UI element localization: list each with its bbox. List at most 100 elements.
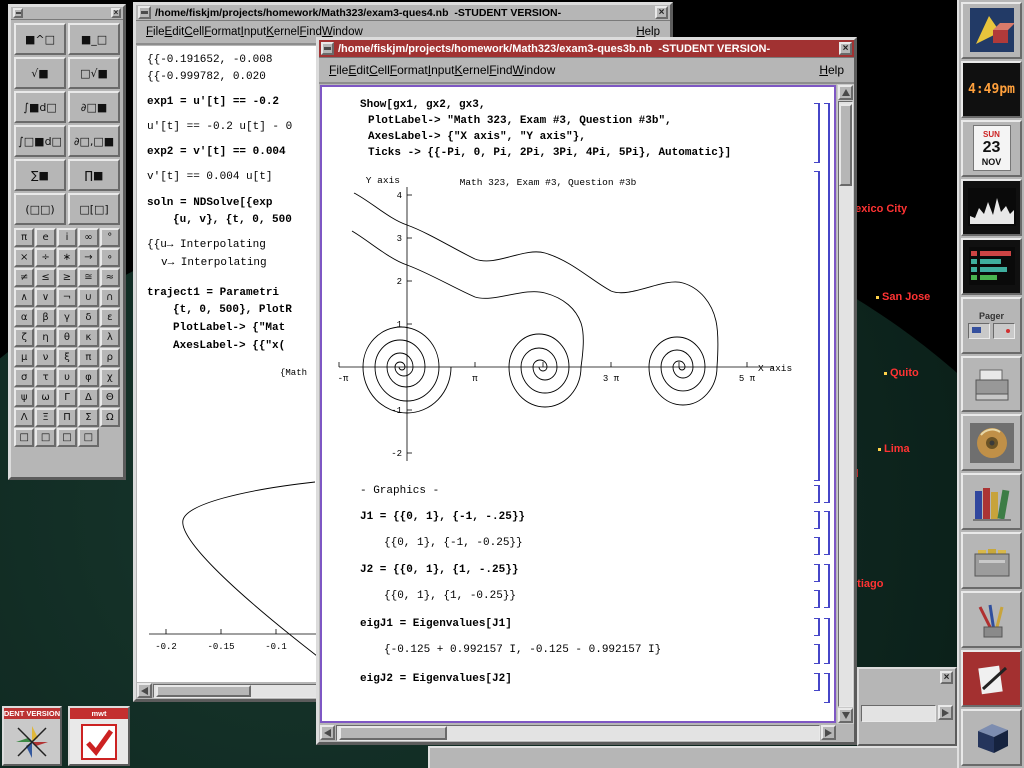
scroll-left-button[interactable] xyxy=(137,683,152,698)
menubar[interactable]: FileEditCellFormatInputKernelFindWindow … xyxy=(319,58,854,84)
palette-button[interactable]: e xyxy=(35,228,55,247)
input-cell[interactable]: PlotLabel-> {"Mat xyxy=(173,322,285,334)
palette-button[interactable]: ∞ xyxy=(78,228,98,247)
close-button[interactable] xyxy=(111,8,121,18)
palette-button[interactable]: Π xyxy=(57,408,77,427)
load-meter[interactable] xyxy=(961,238,1022,295)
printer-icon[interactable] xyxy=(961,356,1022,413)
scrollbar-track[interactable] xyxy=(336,725,820,741)
menu-item[interactable]: Format xyxy=(204,26,240,38)
palette-button[interactable]: ∩ xyxy=(100,288,120,307)
palette-button[interactable]: θ xyxy=(57,328,77,347)
scroll-up-button[interactable] xyxy=(838,85,853,100)
palette-button[interactable]: η xyxy=(35,328,55,347)
input-cell[interactable]: {u, v}, {t, 0, 500 xyxy=(173,214,292,226)
cell-bracket[interactable] xyxy=(814,590,820,608)
output-cell[interactable]: v→ Interpolating xyxy=(161,257,267,269)
help-menu[interactable]: Help xyxy=(819,63,844,77)
palette-button[interactable]: □ xyxy=(35,428,55,447)
cell-bracket[interactable] xyxy=(814,618,820,636)
palette-button[interactable]: χ xyxy=(100,368,120,387)
palette-button[interactable]: Ω xyxy=(100,408,120,427)
cell-bracket[interactable] xyxy=(814,537,820,555)
pens-icon[interactable] xyxy=(961,591,1022,648)
palette-button[interactable]: ÷ xyxy=(35,248,55,267)
input-cell[interactable]: exp1 = u'[t] == -0.2 xyxy=(147,96,279,108)
palette-button[interactable]: ■^□ xyxy=(14,23,66,55)
output-cell[interactable]: - Graphics - xyxy=(360,485,439,497)
palette-button[interactable]: τ xyxy=(35,368,55,387)
palette-button[interactable]: κ xyxy=(78,328,98,347)
cell-bracket[interactable] xyxy=(814,103,820,163)
output-cell[interactable]: {{-0.999782, 0.020 xyxy=(147,71,266,83)
palette-button[interactable]: ∨ xyxy=(35,288,55,307)
palette-button[interactable]: ρ xyxy=(100,348,120,367)
palette-button[interactable]: Σ xyxy=(78,408,98,427)
cell-group-bracket[interactable] xyxy=(824,564,830,608)
storage-box-icon[interactable] xyxy=(961,709,1022,766)
palette-button[interactable]: ∧ xyxy=(14,288,34,307)
input-cell[interactable]: J1 = {{0, 1}, {-1, -.25}} xyxy=(360,511,525,523)
menu-item[interactable]: Kernel xyxy=(266,26,299,38)
palette-button[interactable]: ∏■ xyxy=(68,159,120,191)
basic-input-palette[interactable]: ■^□■_□√■□√■∫■d□∂□■∫□■d□∂□,□■∑■∏■(□□)□[□]… xyxy=(8,4,126,480)
palette-button[interactable]: → xyxy=(78,248,98,267)
output-cell[interactable]: v'[t] == 0.004 u[t] xyxy=(147,171,272,183)
cell-bracket[interactable] xyxy=(814,644,820,664)
menu-item[interactable]: Format xyxy=(390,63,428,77)
palette-button[interactable]: ¬ xyxy=(57,288,77,307)
palette-button[interactable]: ∗ xyxy=(57,248,77,267)
output-cell[interactable]: {{u→ Interpolating xyxy=(147,239,266,251)
palette-button[interactable]: ψ xyxy=(14,388,34,407)
window-exam3-ques3b[interactable]: /home/fiskjm/projects/homework/Math323/e… xyxy=(316,37,857,745)
palette-button[interactable]: × xyxy=(14,248,34,267)
menu-item[interactable]: File xyxy=(146,26,165,38)
palette-button[interactable]: √■ xyxy=(14,57,66,89)
input-cell[interactable]: eigJ2 = Eigenvalues[J2] xyxy=(360,673,512,685)
palette-button[interactable]: α xyxy=(14,308,34,327)
scrollbar-thumb[interactable] xyxy=(839,104,852,186)
graphics-app-icon[interactable] xyxy=(961,2,1022,59)
scroll-down-button[interactable] xyxy=(838,708,853,723)
palette-button[interactable]: Λ xyxy=(14,408,34,427)
menu-item[interactable]: Window xyxy=(513,63,556,77)
input-cell[interactable]: Show[gx1, gx2, gx3, xyxy=(360,99,485,111)
palette-button[interactable]: ε xyxy=(100,308,120,327)
palette-button[interactable]: Γ xyxy=(57,388,77,407)
menu-item[interactable]: Find xyxy=(489,63,512,77)
scrollbar-thumb[interactable] xyxy=(339,726,447,740)
palette-button[interactable]: υ xyxy=(57,368,77,387)
icon-image[interactable] xyxy=(4,719,60,764)
notebook-content[interactable]: Show[gx1, gx2, gx3, PlotLabel-> "Math 32… xyxy=(320,85,836,723)
input-cell[interactable]: traject1 = Parametri xyxy=(147,287,279,299)
cell-group-bracket[interactable] xyxy=(824,618,830,664)
resize-corner[interactable] xyxy=(837,724,854,742)
menu-item[interactable]: Input xyxy=(428,63,455,77)
cell-bracket[interactable] xyxy=(814,171,820,481)
palette-button[interactable]: □√■ xyxy=(68,57,120,89)
menu-item[interactable]: Kernel xyxy=(454,63,489,77)
pager[interactable]: Pager xyxy=(961,297,1022,354)
palette-button[interactable]: Θ xyxy=(100,388,120,407)
cdrom-icon[interactable] xyxy=(961,414,1022,471)
workspace-1[interactable] xyxy=(968,323,990,339)
scrollbar-track[interactable] xyxy=(838,101,853,707)
palette-button[interactable]: β xyxy=(35,308,55,327)
output-cell[interactable]: {-0.125 + 0.992157 I, -0.125 - 0.992157 … xyxy=(384,644,661,656)
menu-item[interactable]: Edit xyxy=(348,63,369,77)
titlebar[interactable]: /home/fiskjm/projects/homework/Math323/e… xyxy=(319,40,854,58)
scroll-left-button[interactable] xyxy=(320,725,335,740)
window-menu-button[interactable] xyxy=(13,8,23,18)
palette-button[interactable]: φ xyxy=(78,368,98,387)
palette-button[interactable]: ξ xyxy=(57,348,77,367)
palette-button[interactable]: ∂□■ xyxy=(68,91,120,123)
input-cell[interactable]: PlotLabel-> "Math 323, Exam #3, Question… xyxy=(368,115,672,127)
scrollbar-thumb[interactable] xyxy=(156,685,251,697)
cell-bracket[interactable] xyxy=(814,564,820,582)
input-cell[interactable]: exp2 = v'[t] == 0.004 xyxy=(147,146,286,158)
menu-item[interactable]: File xyxy=(329,63,348,77)
menu-item[interactable]: Edit xyxy=(165,26,185,38)
scroll-right-button[interactable] xyxy=(938,705,953,720)
palette-button[interactable]: ∑■ xyxy=(14,159,66,191)
palette-button[interactable]: □ xyxy=(14,428,34,447)
